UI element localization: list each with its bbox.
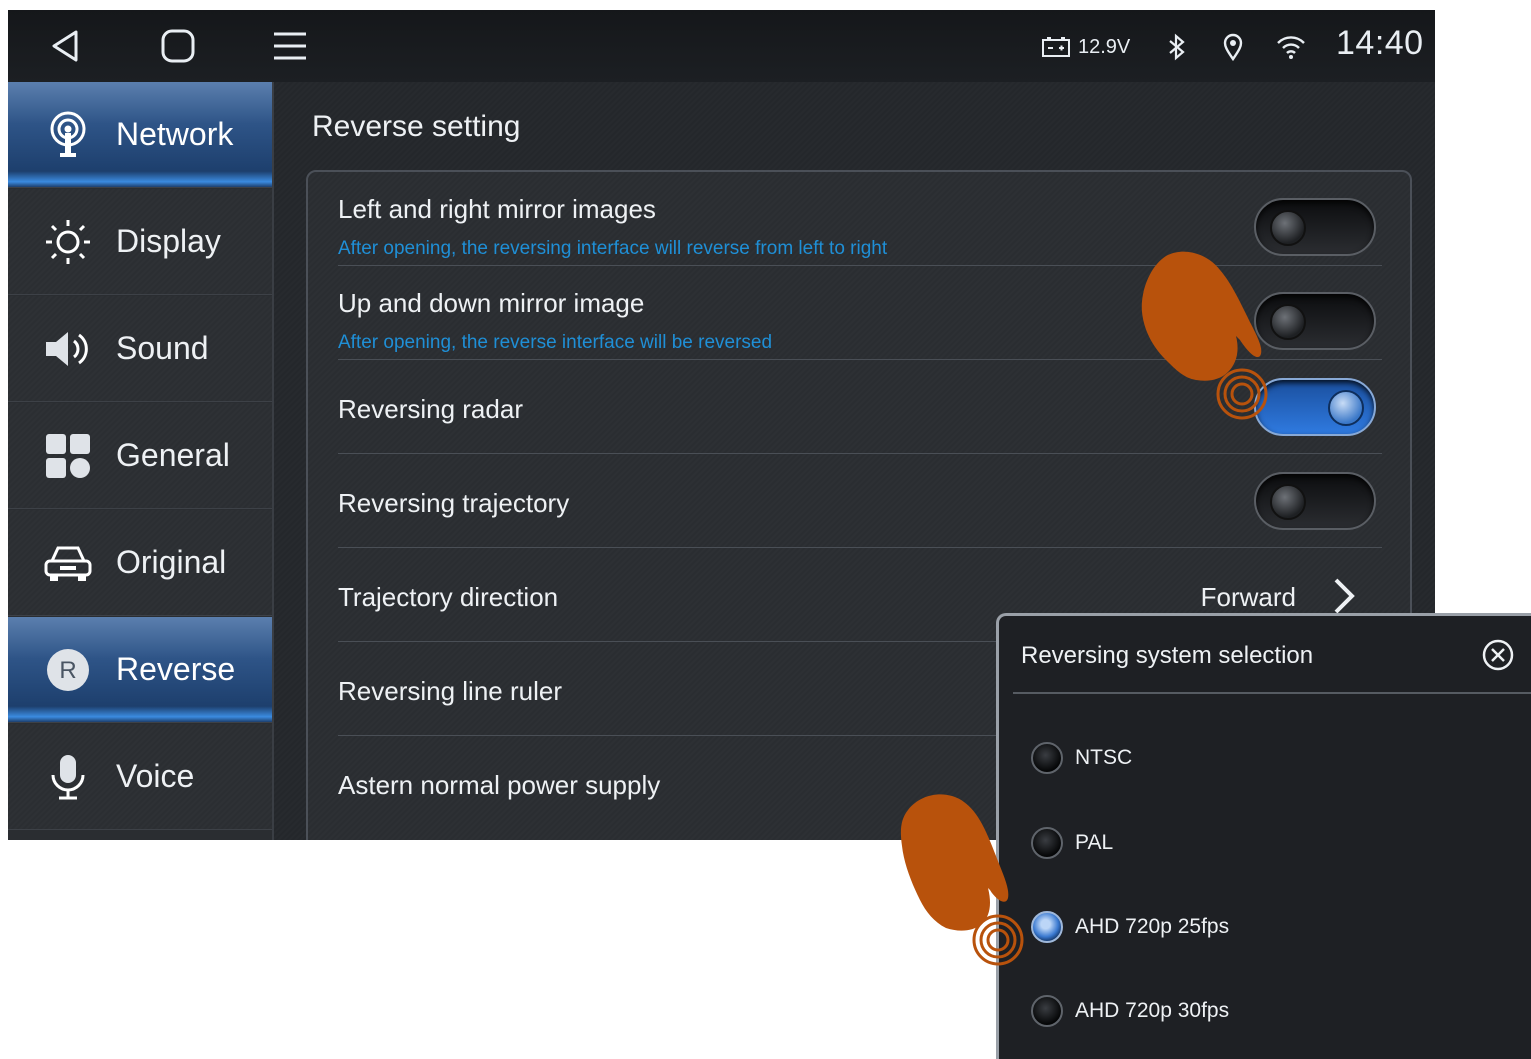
row-reversing-trajectory[interactable]: Reversing trajectory [338, 454, 1382, 548]
brightness-icon [44, 218, 92, 266]
sidebar-item-network[interactable]: Network [8, 82, 272, 188]
row-label: Reversing trajectory [338, 488, 570, 518]
sidebar-item-label: Original [116, 544, 227, 580]
wifi-icon [1276, 32, 1306, 62]
microphone-icon [44, 753, 92, 801]
network-icon [44, 111, 92, 159]
bluetooth-icon [1166, 32, 1188, 62]
speaker-icon [44, 325, 92, 373]
radio-button[interactable] [1031, 827, 1063, 859]
row-label: Reversing radar [338, 394, 523, 424]
sidebar-item-label: Reverse [116, 651, 236, 687]
radio-button-selected[interactable] [1031, 911, 1063, 943]
car-icon [44, 539, 92, 587]
toggle-switch[interactable] [1254, 472, 1376, 530]
row-value: Forward [1200, 582, 1296, 612]
clock: 14:40 [1336, 23, 1424, 62]
option-ahd-720p-25fps[interactable]: AHD 720p 25fps [1031, 907, 1229, 947]
option-ahd-720p-30fps[interactable]: AHD 720p 30fps [1031, 991, 1229, 1031]
option-label: AHD 720p 25fps [1075, 915, 1230, 938]
settings-sidebar: Network Display Sound General Original R… [8, 82, 274, 840]
option-label: AHD 720p 30fps [1075, 999, 1230, 1022]
row-label: Trajectory direction [338, 582, 559, 612]
grid-icon [44, 432, 92, 480]
page-title: Reverse setting [312, 110, 521, 143]
sidebar-item-label: Sound [116, 330, 209, 366]
row-label: Reversing line ruler [338, 676, 562, 706]
back-icon[interactable] [46, 26, 86, 66]
option-label: PAL [1075, 831, 1114, 854]
sidebar-item-label: Network [116, 116, 234, 152]
reverse-icon: R [44, 646, 92, 694]
battery-voltage: 12.9V [1078, 35, 1131, 58]
row-description: After opening, the reversing interface w… [338, 238, 888, 259]
pointing-hand-icon [1141, 251, 1268, 420]
sidebar-item-label: General [116, 437, 230, 473]
divider [1013, 692, 1531, 694]
sidebar-item-label: Voice [116, 758, 195, 794]
option-ntsc[interactable]: NTSC [1031, 738, 1132, 778]
battery-status: 12.9V [1042, 32, 1130, 62]
battery-icon [1042, 37, 1070, 57]
option-pal[interactable]: PAL [1031, 823, 1113, 863]
sidebar-item-sound[interactable]: Sound [8, 296, 272, 402]
radio-button[interactable] [1031, 742, 1063, 774]
row-label: Astern normal power supply [338, 770, 661, 800]
sidebar-item-label: Display [116, 223, 221, 259]
svg-text:R: R [59, 657, 76, 684]
sidebar-item-reverse[interactable]: R Reverse [8, 617, 272, 723]
close-icon[interactable] [1481, 638, 1515, 672]
row-label: Up and down mirror image [338, 288, 645, 318]
radio-button[interactable] [1031, 995, 1063, 1027]
sidebar-item-display[interactable]: Display [8, 189, 272, 295]
dialog-title: Reversing system selection [1021, 642, 1314, 669]
status-bar: 12.9V 14:40 [8, 10, 1435, 82]
sidebar-item-voice[interactable]: Voice [8, 724, 272, 830]
row-label: Left and right mirror images [338, 194, 656, 224]
home-icon[interactable] [158, 26, 198, 66]
menu-icon[interactable] [270, 26, 310, 66]
pointing-hand-icon [900, 794, 1024, 966]
option-label: NTSC [1075, 746, 1133, 769]
sidebar-item-original[interactable]: Original [8, 510, 272, 616]
chevron-right-icon[interactable] [1328, 576, 1358, 616]
location-icon [1222, 32, 1244, 62]
row-description: After opening, the reverse interface wil… [338, 332, 773, 353]
sidebar-item-general[interactable]: General [8, 403, 272, 509]
reversing-system-dialog: Reversing system selection NTSC PAL AHD … [996, 613, 1531, 1059]
